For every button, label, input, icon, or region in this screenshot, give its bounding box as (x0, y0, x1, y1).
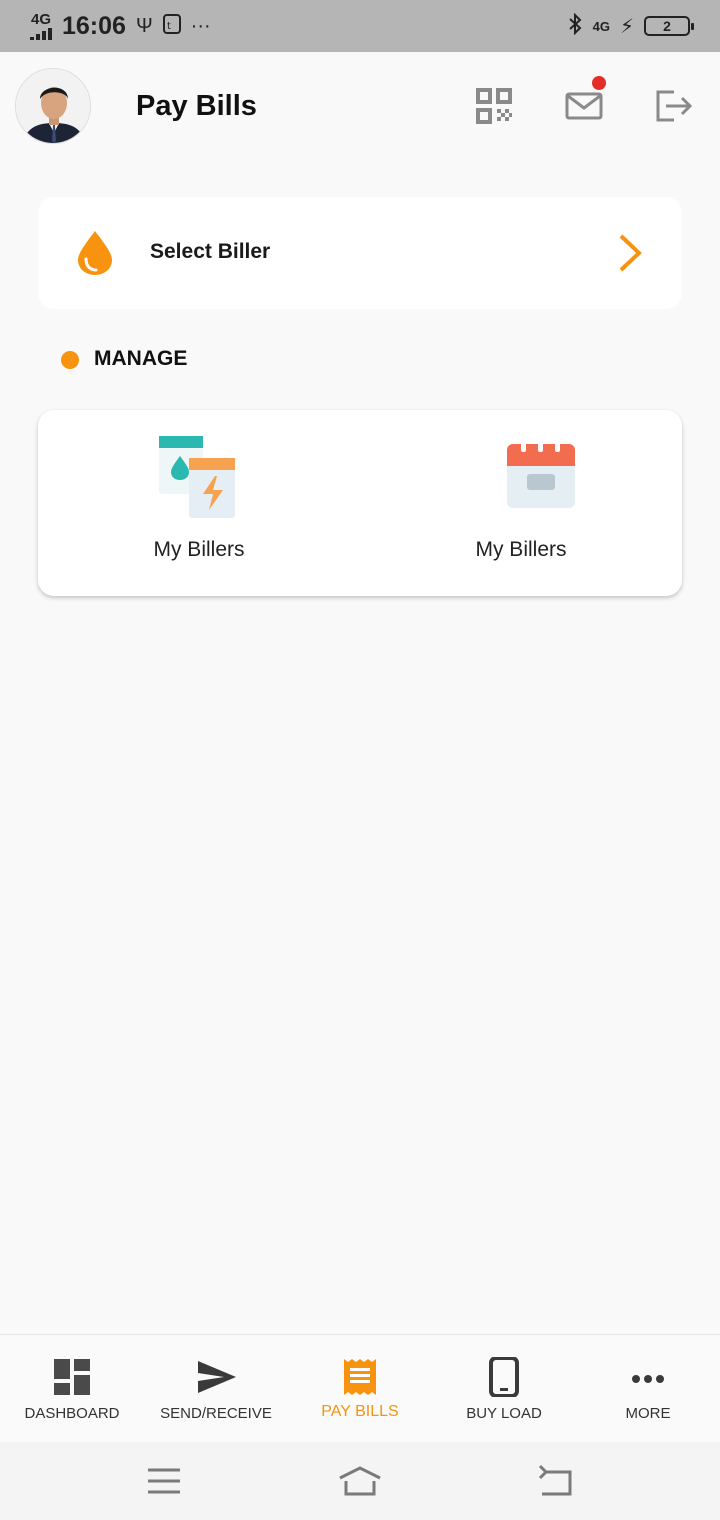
manage-item-my-billers-2[interactable]: My Billers (360, 410, 682, 596)
logout-icon[interactable] (654, 86, 694, 126)
system-nav-bar (0, 1442, 720, 1520)
nav-send-receive[interactable]: SEND/RECEIVE (144, 1335, 288, 1443)
svg-text:t: t (167, 21, 171, 32)
calendar-icon (501, 440, 581, 512)
nav-buy-load[interactable]: BUY LOAD (432, 1335, 576, 1443)
nav-label: DASHBOARD (24, 1405, 120, 1422)
network-type-label: 4G (30, 10, 51, 28)
cell-signal-icon: 4G (30, 10, 52, 40)
manage-item-my-billers[interactable]: My Billers (38, 410, 360, 596)
billers-icon (157, 434, 241, 520)
usb-debug-icon: t (162, 13, 181, 39)
page-title: Pay Bills (136, 90, 257, 122)
status-bar-right: 4G ⚡ 2 (567, 12, 694, 40)
manage-heading: MANAGE (94, 347, 188, 370)
mail-icon[interactable] (564, 86, 604, 126)
status-bar-left: 4G 16:06 Ψ t ··· (30, 12, 211, 41)
usb-icon: Ψ (135, 14, 153, 37)
notification-badge (592, 76, 606, 90)
receipt-icon (340, 1357, 380, 1397)
chevron-right-icon[interactable] (612, 232, 646, 274)
nav-label: MORE (625, 1405, 671, 1422)
nav-more[interactable]: MORE (576, 1335, 720, 1443)
user-photo-icon (16, 69, 90, 143)
select-biller-card[interactable] (38, 197, 682, 309)
bottom-nav: DASHBOARD SEND/RECEIVE PAY BILLS BUY LOA… (0, 1334, 720, 1442)
manage-card: My Billers My Billers (38, 410, 682, 596)
send-icon (196, 1357, 236, 1397)
charging-icon: ⚡ (619, 15, 634, 38)
nav-label: PAY BILLS (321, 1403, 399, 1420)
select-biller-label[interactable]: Select Biller (150, 240, 270, 264)
bluetooth-icon (567, 12, 583, 40)
phone-icon (484, 1356, 524, 1398)
dashboard-icon (52, 1357, 92, 1397)
more-notifications-icon: ··· (190, 14, 211, 37)
menu-icon[interactable] (144, 1464, 184, 1498)
back-icon[interactable] (536, 1464, 576, 1498)
nav-label: BUY LOAD (466, 1405, 542, 1422)
nav-label: SEND/RECEIVE (160, 1405, 272, 1422)
manage-item-label: My Billers (153, 538, 245, 561)
qr-code-icon[interactable] (474, 86, 514, 126)
manage-bullet (61, 351, 79, 369)
home-icon[interactable] (336, 1464, 384, 1498)
nav-pay-bills[interactable]: PAY BILLS (288, 1335, 432, 1443)
avatar[interactable] (15, 68, 91, 144)
app-header: Pay Bills (0, 52, 720, 162)
battery-level: 2 (663, 18, 671, 34)
manage-item-label: My Billers (475, 538, 567, 561)
battery-icon: 2 (644, 16, 694, 36)
network-type-right: 4G (592, 18, 610, 34)
status-bar: 4G 16:06 Ψ t ··· 4G ⚡ 2 (0, 0, 720, 52)
water-drop-icon (74, 229, 116, 277)
nav-dashboard[interactable]: DASHBOARD (0, 1335, 144, 1443)
more-icon (628, 1357, 668, 1397)
clock: 16:06 (62, 11, 126, 40)
